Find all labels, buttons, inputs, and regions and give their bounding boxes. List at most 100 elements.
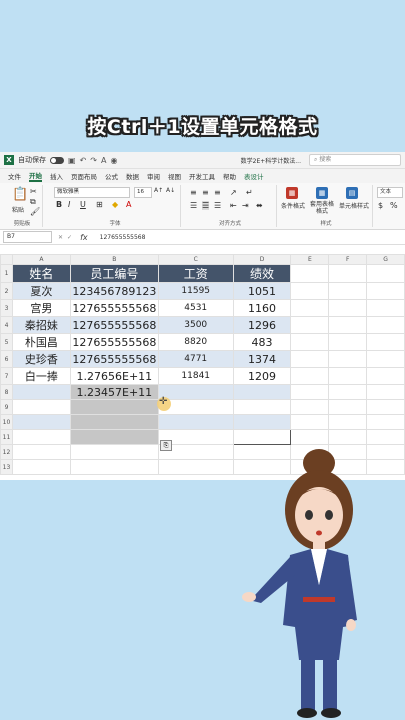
row-header[interactable]: 4 [0,316,13,334]
cell-name[interactable]: 白一捧 [11,367,71,385]
underline-icon[interactable]: U [80,200,86,209]
menu-view[interactable]: 视图 [168,171,181,181]
cell-name[interactable]: 朴国昌 [11,333,71,351]
row-header[interactable]: 8 [0,384,13,400]
column-header[interactable]: F [328,254,368,265]
cell[interactable] [366,282,405,300]
cell[interactable] [69,459,159,475]
cell[interactable] [328,399,368,415]
column-header[interactable]: A [11,254,71,265]
cell-name[interactable]: 夏次 [11,282,71,300]
formula-input[interactable]: 127655555568 [100,234,146,241]
row-header[interactable]: 13 [0,459,13,475]
paste-icon[interactable]: 📋 [12,187,28,202]
menu-home[interactable]: 开始 [29,170,42,182]
cell-performance[interactable]: 1209 [232,367,292,385]
percent-icon[interactable]: % [390,201,398,210]
format-as-table-icon[interactable]: ▦ [316,187,328,199]
cell-employee-id[interactable]: 127655555568 [69,350,159,368]
text-color-icon[interactable]: A [126,200,131,209]
grow-font-icon[interactable]: A↑ [154,187,163,194]
cell[interactable] [366,350,405,368]
cell[interactable] [11,459,71,475]
column-header[interactable]: D [232,254,292,265]
cell-salary[interactable] [157,384,234,400]
cell-employee-id[interactable]: 123456789123 [69,282,159,300]
cell[interactable] [290,399,330,415]
align-middle-icon[interactable]: ≡ [202,188,209,197]
menu-file[interactable]: 文件 [8,171,21,181]
cell-performance[interactable]: 1160 [232,299,292,317]
cell[interactable] [328,299,368,317]
align-top-icon[interactable]: ≡ [190,188,197,197]
cell-salary[interactable]: 4531 [157,299,234,317]
cell[interactable] [366,333,405,351]
cell[interactable] [366,414,405,430]
decrease-indent-icon[interactable]: ⇤ [230,201,237,210]
cell[interactable] [290,429,330,445]
row-header[interactable]: 7 [0,367,13,385]
enter-icon[interactable]: ✓ [67,234,72,241]
wrap-text-icon[interactable]: ↵ [246,188,253,197]
cell[interactable] [366,384,405,400]
header-name[interactable]: 姓名 [11,264,71,283]
column-header[interactable]: E [290,254,330,265]
cell-salary[interactable]: 4771 [157,350,234,368]
cell[interactable] [366,367,405,385]
cell-name[interactable] [11,384,71,400]
header-salary[interactable]: 工资 [157,264,234,283]
copy-icon[interactable]: ⧉ [30,197,36,207]
column-header[interactable]: B [69,254,159,265]
cell[interactable] [290,333,330,351]
cell[interactable] [157,459,234,475]
cell[interactable] [69,444,159,460]
column-header[interactable]: G [366,254,405,265]
conditional-format-button[interactable]: 条件格式 [280,201,306,210]
cell[interactable] [290,282,330,300]
font-color-icon[interactable]: A [101,156,106,165]
cell[interactable] [290,299,330,317]
cell[interactable] [290,384,330,400]
number-format-select[interactable]: 文本 [377,187,403,198]
cell[interactable] [366,429,405,445]
cell[interactable] [328,350,368,368]
cell-employee-id[interactable]: 1.23457E+11 [69,384,159,400]
cell[interactable] [290,264,330,283]
bold-icon[interactable]: B [56,200,62,209]
border-icon[interactable]: ⊞ [96,200,103,209]
row-header[interactable]: 12 [0,444,13,460]
cell[interactable] [328,333,368,351]
row-header[interactable]: 11 [0,429,13,445]
cell[interactable] [328,429,368,445]
row-header[interactable]: 1 [0,264,13,283]
cell[interactable] [290,350,330,368]
merge-center-icon[interactable]: ⬌ [256,201,263,210]
italic-icon[interactable]: I [68,200,70,209]
cell-performance[interactable]: 1374 [232,350,292,368]
header-performance[interactable]: 绩效 [232,264,292,283]
paste-options-icon[interactable]: ⎘ [160,440,172,451]
redo-icon[interactable]: ↷ [90,156,97,165]
row-header[interactable]: 6 [0,350,13,368]
cell[interactable] [328,316,368,334]
font-name-select[interactable]: 微软雅黑 [54,187,130,198]
cell-name[interactable] [11,414,71,430]
cell-performance[interactable] [232,384,292,400]
cell-performance[interactable]: 1051 [232,282,292,300]
menu-formulas[interactable]: 公式 [105,171,118,181]
align-center-icon[interactable]: ☰ [202,201,210,210]
align-right-icon[interactable]: ☰ [214,201,221,210]
cell-name[interactable] [11,429,71,445]
name-box[interactable]: B7 [3,231,52,243]
cell-performance[interactable] [232,429,292,445]
cell-employee-id[interactable]: 127655555568 [69,333,159,351]
cell[interactable] [366,399,405,415]
cell[interactable] [290,367,330,385]
row-header[interactable]: 10 [0,414,13,430]
cell[interactable] [366,316,405,334]
align-bottom-icon[interactable]: ≡ [214,188,221,197]
cell-salary[interactable] [157,414,234,430]
cell-salary[interactable]: 11595 [157,282,234,300]
shrink-font-icon[interactable]: A↓ [166,187,175,194]
currency-icon[interactable]: $ [378,201,383,210]
